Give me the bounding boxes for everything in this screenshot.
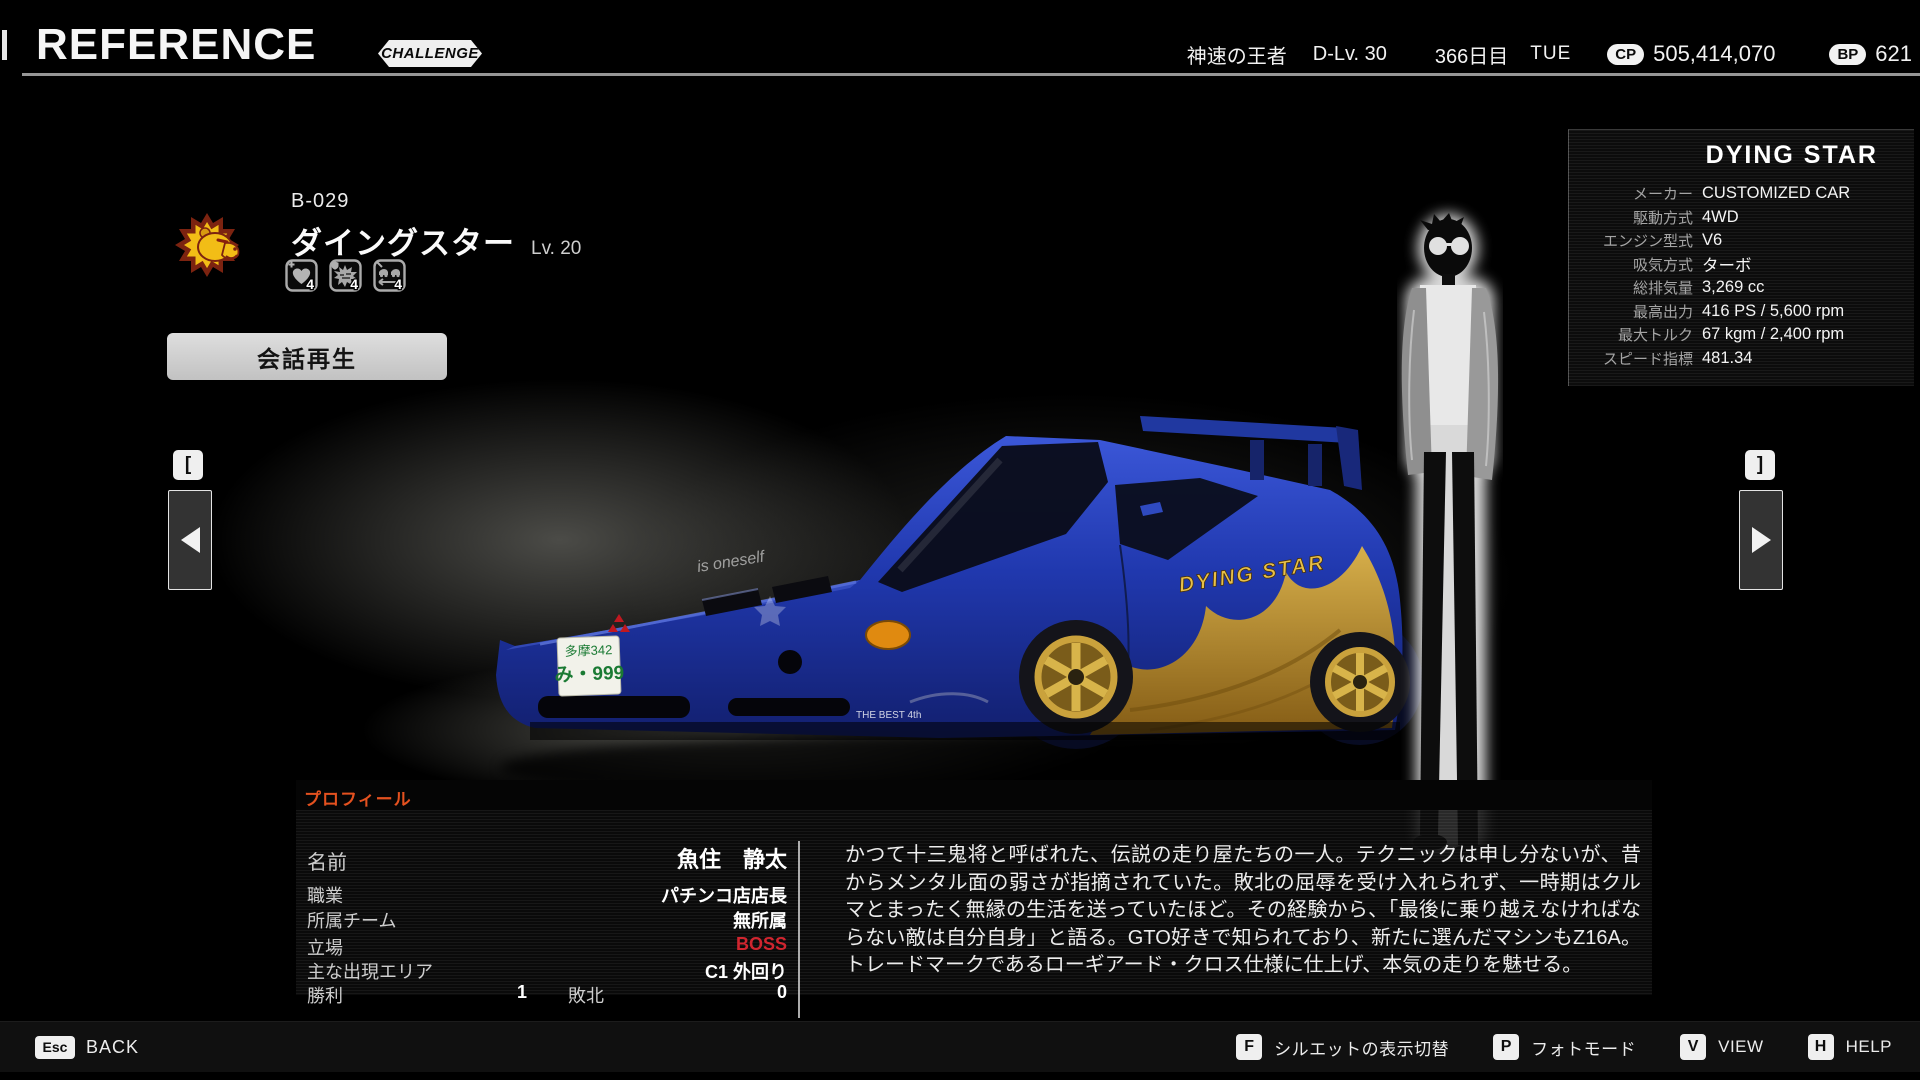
back-button[interactable]: BACK bbox=[86, 1037, 139, 1058]
screen-edge-accent bbox=[2, 30, 7, 60]
view-action[interactable]: V VIEW bbox=[1680, 1034, 1763, 1060]
profile-section: プロフィール 名前 魚住 静太 職業 パチンコ店店長 所属チーム 無所属 立場 … bbox=[296, 780, 1652, 1018]
right-arrow-icon bbox=[1751, 527, 1771, 553]
f-key-icon: F bbox=[1236, 1034, 1263, 1060]
profile-label: 主な出現エリア bbox=[307, 962, 433, 982]
side-decal-text: THE BEST 4th bbox=[856, 710, 921, 721]
profile-description: かつて十三鬼将と呼ばれた、伝説の走り屋たちの一人。テクニックは申し分ないが、昔か… bbox=[845, 844, 1641, 976]
reference-screen: DYING STAR is oneself 多摩342 み・999 THE BE… bbox=[0, 0, 1920, 1080]
turn-signal bbox=[865, 620, 911, 650]
play-conversation-button[interactable]: 会話再生 bbox=[167, 333, 447, 380]
svg-text:4: 4 bbox=[394, 276, 402, 292]
profile-title: プロフィール bbox=[304, 790, 412, 809]
toggle-silhouette-action[interactable]: F シルエットの表示切替 bbox=[1236, 1034, 1449, 1060]
driver-level: D-Lv. 30 bbox=[1312, 42, 1387, 65]
prev-key-hint: [ bbox=[173, 450, 203, 480]
h-key-icon: H bbox=[1807, 1034, 1834, 1060]
weekday: TUE bbox=[1530, 43, 1572, 64]
lose-label: 敗北 bbox=[568, 986, 604, 1006]
profile-label: 職業 bbox=[307, 886, 343, 906]
prev-rival-button[interactable] bbox=[168, 490, 212, 590]
profile-header-bar: プロフィール bbox=[296, 780, 1652, 810]
day-counter: 366日目 bbox=[1434, 45, 1509, 68]
glasses-icon bbox=[1429, 237, 1447, 255]
lose-count: 0 bbox=[776, 982, 787, 1002]
next-rival-button[interactable] bbox=[1739, 490, 1783, 590]
rival-name: ダイングスター bbox=[291, 226, 515, 261]
profile-label: 名前 bbox=[307, 852, 347, 874]
header-divider bbox=[22, 73, 1920, 76]
cp-icon: CP bbox=[1607, 43, 1645, 65]
rival-team-lion-icon bbox=[175, 213, 240, 277]
rival-gauge-badges: 4 4 4 bbox=[285, 259, 406, 292]
profile-value-area: C1 外回り bbox=[704, 962, 787, 982]
spec-row: 最高出力 416 PS / 5,600 rpm bbox=[1632, 301, 1845, 321]
footer-actions: F シルエットの表示切替 P フォトモード V VIEW H HELP bbox=[1236, 1034, 1892, 1060]
rival-level: Lv. 20 bbox=[531, 238, 582, 259]
profile-label: 所属チーム bbox=[307, 911, 397, 931]
bp-value: 621 bbox=[1875, 41, 1912, 66]
help-action[interactable]: H HELP bbox=[1807, 1034, 1892, 1060]
svg-text:4: 4 bbox=[306, 276, 314, 292]
battle-burst-icon: 4 bbox=[329, 259, 362, 292]
win-count: 1 bbox=[516, 982, 527, 1002]
footer-bar: Esc BACK F シルエットの表示切替 P フォトモード V VIEW H … bbox=[0, 1021, 1920, 1072]
next-key-hint: ] bbox=[1745, 450, 1775, 480]
spec-row: メーカー CUSTOMIZED CAR bbox=[1632, 184, 1851, 204]
front-wheel bbox=[1019, 620, 1133, 734]
bp-icon: BP bbox=[1829, 43, 1867, 65]
car-spec-panel: DYING STAR メーカー CUSTOMIZED CAR 駆動方式 4WD エン… bbox=[1568, 129, 1914, 386]
race-cars-icon: 4 bbox=[373, 259, 406, 292]
cp-value: 505,414,070 bbox=[1653, 41, 1776, 66]
status-bar: 神速の王者 D-Lv. 30 366日目 TUE CP 505,414,070 … bbox=[1187, 40, 1912, 68]
plate-number-text: み・999 bbox=[554, 663, 624, 686]
hood-script-text: is oneself bbox=[696, 548, 767, 576]
spec-row: 吸気方式 ターボ bbox=[1632, 256, 1752, 276]
spec-row: 最大トルク 67 kgm / 2,400 rpm bbox=[1617, 325, 1845, 345]
win-label: 勝利 bbox=[307, 986, 343, 1006]
profile-value-team: 無所属 bbox=[733, 911, 787, 931]
spec-row: 駆動方式 4WD bbox=[1632, 207, 1739, 227]
photo-mode-action[interactable]: P フォトモード bbox=[1493, 1034, 1636, 1060]
spec-row: 総排気量 3,269 cc bbox=[1632, 278, 1765, 298]
svg-text:4: 4 bbox=[350, 276, 358, 292]
spec-row: エンジン型式 V6 bbox=[1602, 231, 1723, 251]
profile-value-position: BOSS bbox=[735, 934, 787, 954]
player-rank: 神速の王者 bbox=[1186, 45, 1287, 68]
page-title: REFERENCE bbox=[36, 20, 317, 69]
profile-label: 立場 bbox=[307, 938, 343, 958]
plate-region-text: 多摩342 bbox=[564, 642, 612, 659]
profile-body: 名前 魚住 静太 職業 パチンコ店店長 所属チーム 無所属 立場 BOSS 主な… bbox=[296, 810, 1652, 1018]
car-name: DYING STAR bbox=[1705, 141, 1878, 169]
profile-divider bbox=[798, 841, 800, 1018]
license-plate: 多摩342 み・999 bbox=[554, 635, 624, 697]
challenge-badge: CHALLENGE bbox=[378, 40, 482, 67]
spec-row: スピード指標 481.34 bbox=[1602, 348, 1753, 368]
rival-name-row: ダイングスター Lv. 20 bbox=[291, 218, 581, 263]
esc-key-icon: Esc bbox=[35, 1035, 75, 1059]
left-arrow-icon bbox=[180, 527, 200, 553]
rival-id: B-029 bbox=[291, 190, 350, 212]
v-key-icon: V bbox=[1680, 1034, 1707, 1060]
profile-value-job: パチンコ店店長 bbox=[661, 886, 787, 906]
p-key-icon: P bbox=[1493, 1034, 1520, 1060]
profile-value-name: 魚住 静太 bbox=[676, 847, 787, 872]
heart-gauge-icon: 4 bbox=[285, 259, 318, 292]
